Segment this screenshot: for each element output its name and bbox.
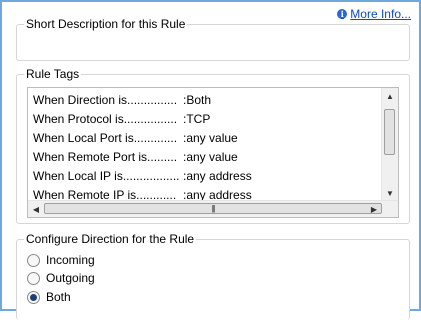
rule-tag-key: When Remote Port is......... xyxy=(33,150,178,164)
rule-tag-value: :any value xyxy=(183,150,238,164)
rule-tags-list: When Direction is............... :Both Wh… xyxy=(33,91,252,205)
radio-outgoing[interactable]: Outgoing xyxy=(27,269,95,287)
short-description-title: Short Description for this Rule xyxy=(24,17,188,31)
radio-label: Incoming xyxy=(46,253,95,267)
rule-tag-key: When Local Port is............. xyxy=(33,131,178,145)
short-description-group: Short Description for this Rule xyxy=(16,17,410,61)
scroll-left-arrow-icon[interactable]: ◀ xyxy=(28,201,44,217)
rule-tag-value: :any value xyxy=(183,131,238,145)
more-info-link[interactable]: i More Info... xyxy=(337,7,411,21)
vertical-scroll-thumb[interactable] xyxy=(384,109,395,155)
radio-button[interactable] xyxy=(27,271,40,285)
rule-dialog: i More Info... Short Description for thi… xyxy=(0,0,421,320)
rule-tag-value: :any address xyxy=(183,169,252,183)
rule-tag-row: When Protocol is................ :TCP xyxy=(33,110,252,129)
rule-tags-group: Rule Tags When Direction is.............… xyxy=(16,67,410,224)
rule-tag-row: When Remote Port is......... :any value xyxy=(33,148,252,167)
vertical-scrollbar[interactable]: ▲ ▼ xyxy=(381,88,398,201)
more-info-label[interactable]: More Info... xyxy=(350,7,411,21)
radio-incoming[interactable]: Incoming xyxy=(27,251,95,269)
radio-label: Outgoing xyxy=(46,271,95,285)
radio-label: Both xyxy=(46,290,71,304)
rule-tag-value: :TCP xyxy=(183,112,211,126)
rule-tag-row: When Local IP is.................:any ad… xyxy=(33,167,252,186)
rule-tag-key: When Local IP is................. xyxy=(33,169,180,183)
rule-tag-key: When Protocol is................ xyxy=(33,112,178,126)
rule-tag-key: When Direction is............... xyxy=(33,93,178,107)
scroll-up-arrow-icon[interactable]: ▲ xyxy=(382,88,398,104)
scroll-right-arrow-icon[interactable]: ▶ xyxy=(366,201,382,217)
info-icon: i xyxy=(337,9,348,19)
rule-tags-list-box[interactable]: When Direction is............... :Both Wh… xyxy=(27,87,399,218)
direction-title: Configure Direction for the Rule xyxy=(24,232,197,246)
scroll-down-arrow-icon[interactable]: ▼ xyxy=(382,185,398,201)
horizontal-scrollbar[interactable]: ◀ ||| ▶ xyxy=(28,200,398,217)
direction-group: Configure Direction for the Rule Incomin… xyxy=(16,232,410,320)
grip-icon: ||| xyxy=(211,204,215,213)
radio-button[interactable] xyxy=(27,290,40,304)
radio-button[interactable] xyxy=(27,253,40,267)
horizontal-scroll-thumb[interactable]: ||| xyxy=(44,203,382,214)
rule-tag-value: :Both xyxy=(183,93,212,107)
rule-tags-title: Rule Tags xyxy=(24,67,82,81)
radio-both[interactable]: Both xyxy=(27,288,71,306)
rule-tag-row: When Local Port is............. :any valu… xyxy=(33,129,252,148)
rule-tag-row: When Direction is............... :Both xyxy=(33,91,252,110)
